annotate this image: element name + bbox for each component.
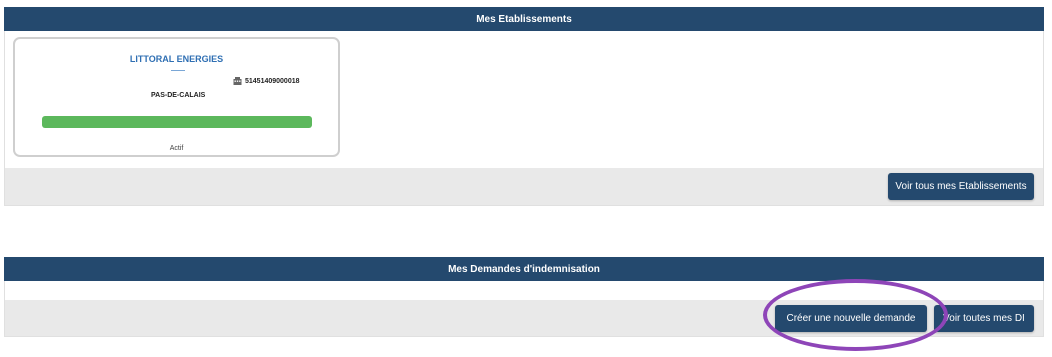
title-divider (171, 70, 185, 71)
demandes-body (4, 281, 1044, 300)
demandes-header: Mes Demandes d'indemnisation (4, 257, 1044, 281)
etablissement-siret-row: 51451409000018 (233, 77, 300, 85)
etablissement-status: Actif (169, 145, 184, 152)
etablissement-card[interactable]: LITTORAL ENERGIES 51451409000018 PAS-DE-… (13, 37, 340, 157)
demandes-panel: Mes Demandes d'indemnisation Créer une n… (4, 257, 1044, 337)
view-all-demandes-button[interactable]: Voir toutes mes DI (934, 305, 1034, 332)
demandes-title: Mes Demandes d'indemnisation (448, 263, 600, 275)
etablissements-title: Mes Etablissements (476, 13, 572, 25)
etablissements-footer: Voir tous mes Etablissements (4, 168, 1044, 206)
etablissement-siret: 51451409000018 (245, 77, 300, 85)
status-bar (42, 116, 312, 128)
etablissements-body: LITTORAL ENERGIES 51451409000018 PAS-DE-… (4, 31, 1044, 168)
demandes-footer: Créer une nouvelle demande Voir toutes m… (4, 300, 1044, 337)
etablissement-department: PAS-DE-CALAIS (151, 92, 206, 99)
etablissements-panel: Mes Etablissements LITTORAL ENERGIES 514… (4, 7, 1044, 206)
etablissements-header: Mes Etablissements (4, 7, 1044, 31)
building-icon (233, 77, 242, 85)
create-demande-button[interactable]: Créer une nouvelle demande (775, 305, 927, 332)
view-all-etablissements-button[interactable]: Voir tous mes Etablissements (888, 173, 1034, 200)
etablissement-name[interactable]: LITTORAL ENERGIES (15, 54, 338, 64)
